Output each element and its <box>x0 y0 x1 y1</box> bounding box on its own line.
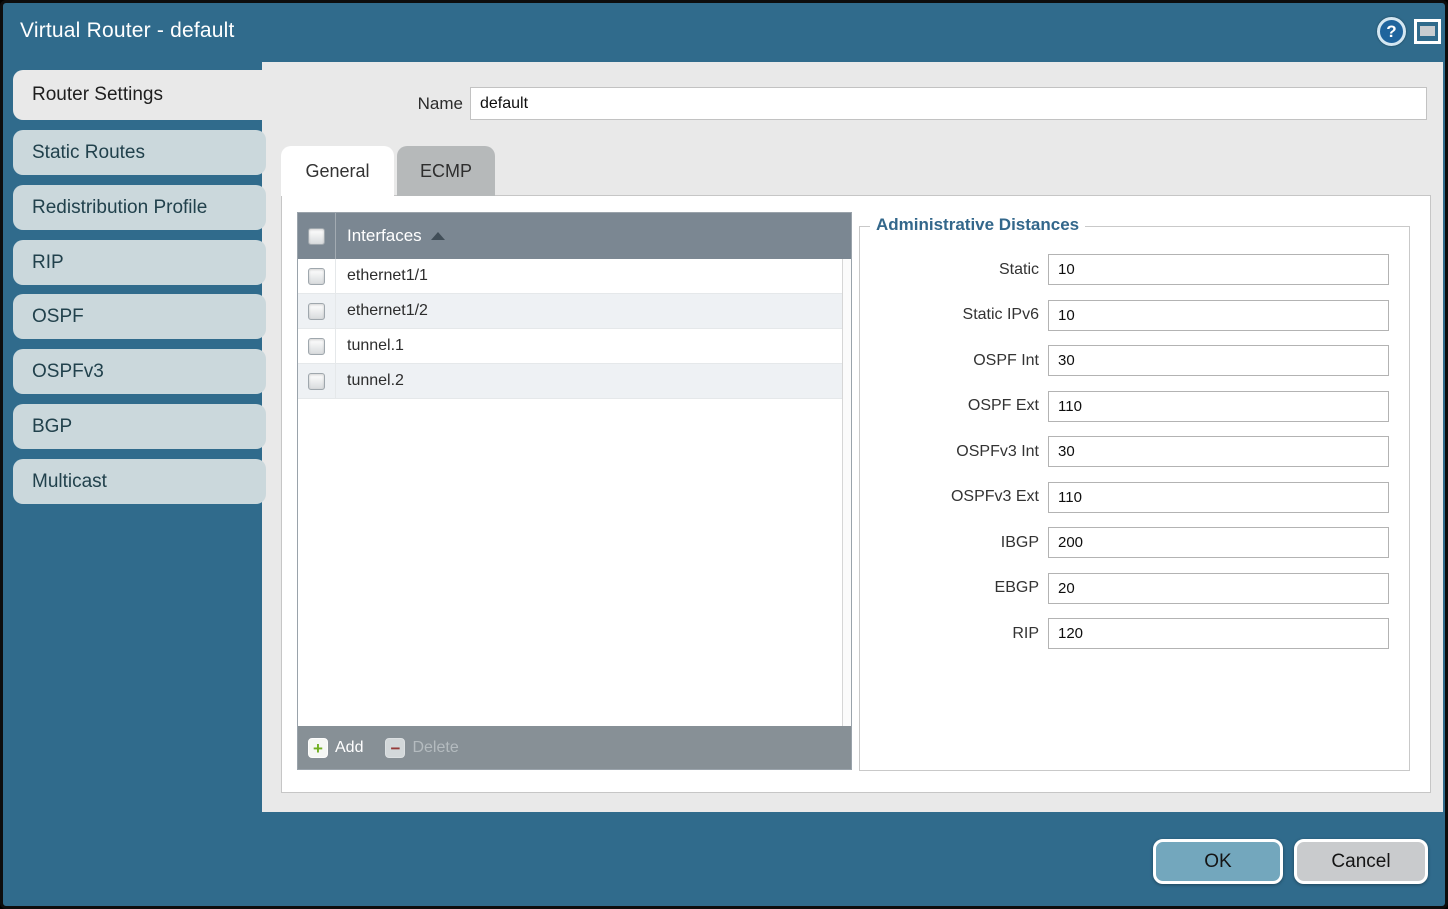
name-input[interactable] <box>470 87 1427 120</box>
sidebar-item-rip[interactable]: RIP <box>13 240 266 285</box>
field-label: IBGP <box>860 534 1048 552</box>
row-checkbox-cell <box>298 329 336 363</box>
sidebar-item-ospfv3[interactable]: OSPFv3 <box>13 349 266 394</box>
field-label: RIP <box>860 625 1048 643</box>
name-label: Name <box>363 87 463 120</box>
delete-button-label: Delete <box>412 739 458 757</box>
group-legend: Administrative Distances <box>870 215 1085 235</box>
ospf-ext-distance-input[interactable] <box>1048 391 1389 422</box>
add-button-label: Add <box>335 739 363 757</box>
table-row[interactable]: ethernet1/1 <box>298 259 851 294</box>
tab-ecmp[interactable]: ECMP <box>397 146 495 196</box>
sidebar-item-redistribution-profile[interactable]: Redistribution Profile <box>13 185 266 230</box>
interfaces-table-toolbar: + Add − Delete <box>298 726 851 769</box>
table-row[interactable]: ethernet1/2 <box>298 294 851 329</box>
table-row[interactable]: tunnel.2 <box>298 364 851 399</box>
row-checkbox-cell <box>298 294 336 328</box>
field-row: IBGP <box>860 520 1409 566</box>
interface-name: ethernet1/1 <box>336 267 428 285</box>
field-label: OSPFv3 Ext <box>860 488 1048 506</box>
window-icon[interactable] <box>1414 19 1441 44</box>
field-label: OSPF Int <box>860 352 1048 370</box>
ebgp-distance-input[interactable] <box>1048 573 1389 604</box>
rip-distance-input[interactable] <box>1048 618 1389 649</box>
field-label: OSPFv3 Int <box>860 443 1048 461</box>
help-icon[interactable]: ? <box>1377 17 1406 46</box>
add-icon: + <box>308 738 328 758</box>
field-label: Static <box>860 261 1048 279</box>
table-row[interactable]: tunnel.1 <box>298 329 851 364</box>
administrative-distances-group: Administrative Distances Static Static I… <box>859 226 1410 771</box>
static-distance-input[interactable] <box>1048 254 1389 285</box>
row-checkbox-cell <box>298 259 336 293</box>
sidebar-item-ospf[interactable]: OSPF <box>13 294 266 339</box>
ospfv3-ext-distance-input[interactable] <box>1048 482 1389 513</box>
row-checkbox[interactable] <box>308 338 325 355</box>
field-row: Static <box>860 247 1409 293</box>
field-label: Static IPv6 <box>860 306 1048 324</box>
delete-button: − Delete <box>385 738 458 758</box>
interfaces-table-header[interactable]: Interfaces <box>298 213 851 259</box>
field-row: RIP <box>860 611 1409 657</box>
row-checkbox[interactable] <box>308 373 325 390</box>
field-row: Static IPv6 <box>860 293 1409 339</box>
row-checkbox[interactable] <box>308 268 325 285</box>
interfaces-table: Interfaces ethernet1/1 ethernet1/2 tunne… <box>297 212 852 770</box>
virtual-router-dialog: Virtual Router - default ? Router Settin… <box>0 0 1448 909</box>
tab-general[interactable]: General <box>281 146 394 196</box>
interfaces-table-body: ethernet1/1 ethernet1/2 tunnel.1 tunnel.… <box>298 259 851 726</box>
sort-ascending-icon <box>431 232 445 240</box>
sidebar-item-router-settings[interactable]: Router Settings <box>13 70 269 120</box>
select-all-checkbox[interactable] <box>308 228 325 245</box>
general-tab-panel: Interfaces ethernet1/1 ethernet1/2 tunne… <box>281 195 1431 793</box>
ospf-int-distance-input[interactable] <box>1048 345 1389 376</box>
field-row: OSPF Int <box>860 338 1409 384</box>
row-checkbox[interactable] <box>308 303 325 320</box>
table-scrollbar[interactable] <box>842 259 851 726</box>
delete-icon: − <box>385 738 405 758</box>
interface-name: tunnel.2 <box>336 372 404 390</box>
field-row: OSPF Ext <box>860 384 1409 430</box>
sidebar-item-static-routes[interactable]: Static Routes <box>13 130 266 175</box>
field-label: OSPF Ext <box>860 397 1048 415</box>
add-button[interactable]: + Add <box>308 738 363 758</box>
sidebar-item-multicast[interactable]: Multicast <box>13 459 266 504</box>
row-checkbox-cell <box>298 364 336 398</box>
interface-name: ethernet1/2 <box>336 302 428 320</box>
dialog-title: Virtual Router - default <box>20 19 235 43</box>
window-icon-inner <box>1420 26 1435 36</box>
ibgp-distance-input[interactable] <box>1048 527 1389 558</box>
field-row: EBGP <box>860 566 1409 612</box>
interface-name: tunnel.1 <box>336 337 404 355</box>
ok-button[interactable]: OK <box>1153 839 1283 884</box>
field-label: EBGP <box>860 579 1048 597</box>
field-row: OSPFv3 Int <box>860 429 1409 475</box>
interfaces-column-header: Interfaces <box>336 226 422 246</box>
sidebar-item-bgp[interactable]: BGP <box>13 404 266 449</box>
select-all-cell <box>298 213 336 259</box>
field-row: OSPFv3 Ext <box>860 475 1409 521</box>
static-ipv6-distance-input[interactable] <box>1048 300 1389 331</box>
cancel-button[interactable]: Cancel <box>1294 839 1428 884</box>
ospfv3-int-distance-input[interactable] <box>1048 436 1389 467</box>
